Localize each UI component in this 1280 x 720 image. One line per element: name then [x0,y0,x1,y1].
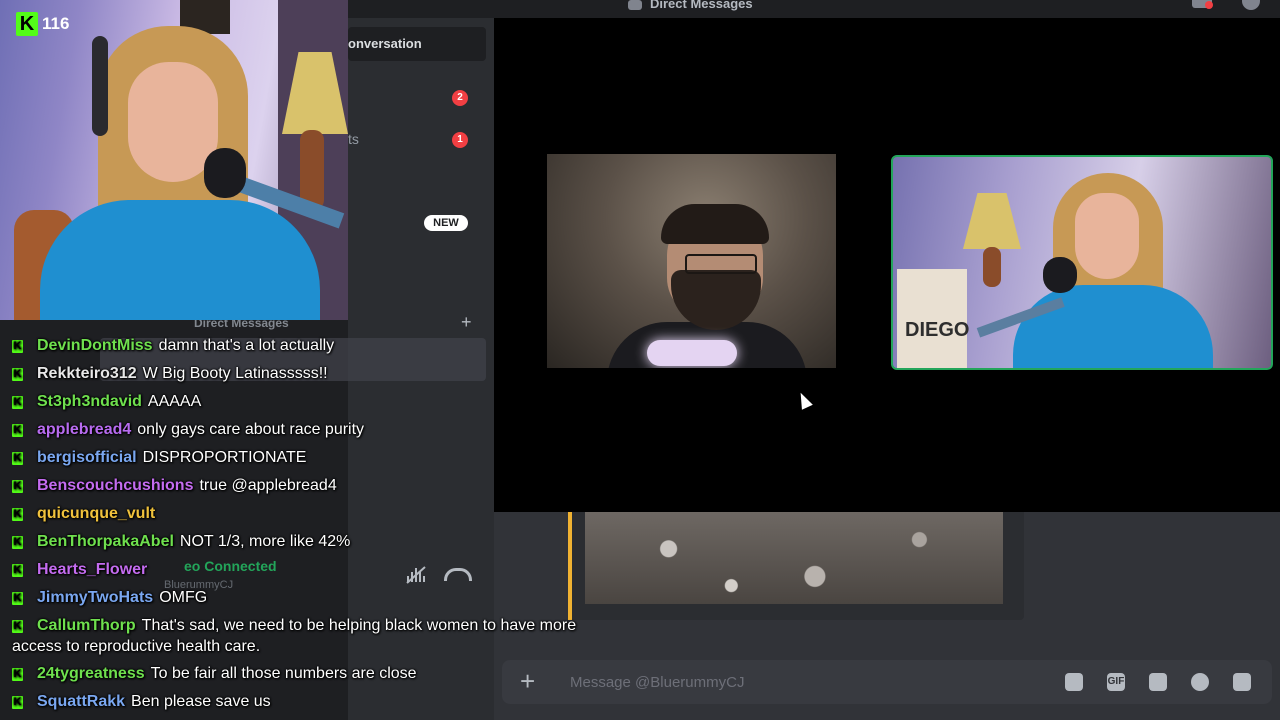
chat-username: CallumThorp [37,617,136,634]
streamer-webcam [0,0,348,320]
chat-text-continuation: access to reproductive health care. [12,638,261,655]
chat-text: OMFG [159,589,208,606]
kick-chat-icon: K [12,592,23,605]
apps-icon[interactable] [1233,673,1251,691]
kick-chat-icon: K [12,508,23,521]
chat-text: Ben please save us [131,693,271,710]
kick-chat-icon: K [12,696,23,709]
chat-message: Kquicunque_vult [12,504,161,524]
kick-chat-icon: K [12,424,23,437]
chat-username: BenThorpakaAbel [37,533,174,550]
chat-username: bergisofficial [37,449,137,466]
kick-chat-icon: K [12,536,23,549]
dm-list-item-selected[interactable] [100,338,486,381]
top-bar-title-text: Direct Messages [650,0,753,11]
sidebar-item-requests-label[interactable]: ts [348,131,359,147]
chat-message: K JimmyTwoHats OMFG [12,588,207,608]
kick-chat-icon: K [12,620,23,633]
kick-chat-icon: K [12,340,23,353]
chat-message: K St3ph3ndavid AAAAA [12,392,201,412]
chat-text: only gays care about race purity [137,421,365,438]
chat-message: Kbergisofficial DISPROPORTIONATE [12,448,306,468]
top-bar [348,0,1280,10]
chat-message: Kapplebread4 only gays care about race pu… [12,420,364,440]
kick-chat-icon: K [12,668,23,681]
embed-image[interactable] [585,512,1003,604]
chat-text: DISPROPORTIONATE [142,449,307,466]
attach-button[interactable]: + [520,666,535,696]
kick-chat-icon: K [12,368,23,381]
new-badge: NEW [424,215,468,231]
chat-username: quicunque_vult [37,505,156,522]
chat-text: true @applebread4 [199,477,337,494]
kick-chat-icon: K [12,480,23,493]
disconnect-icon[interactable] [444,568,472,581]
gif-button[interactable]: GIF [1107,673,1125,691]
chat-message: K Hearts_Flower [12,560,153,580]
message-input[interactable] [568,662,1052,702]
chat-message: K SquattRakk Ben please save us [12,692,271,712]
find-conversation-label: onversation [348,36,422,51]
kick-logo-icon: K [16,12,38,36]
kick-chat-icon: K [12,396,23,409]
chat-username: St3ph3ndavid [37,393,142,410]
chat-username: Benscouchcushions [37,477,194,494]
chat-text: NOT 1/3, more like 42% [179,533,351,550]
noise-suppression-icon[interactable] [406,566,426,584]
kick-chat-icon: K [12,452,23,465]
friends-badge: 2 [452,90,468,106]
chat-username: applebread4 [37,421,132,438]
create-dm-button[interactable]: + [461,312,472,333]
requests-badge: 1 [452,132,468,148]
voice-status-user: BluerummyCJ [164,579,234,591]
chat-text: AAAAA [147,393,202,410]
video-tile-speaking[interactable]: DIEGO [891,155,1273,370]
gift-icon[interactable] [1065,673,1083,691]
viewer-count: 116 [42,14,70,33]
emoji-icon[interactable] [1191,673,1209,691]
top-bar-title: Direct Messages [628,0,753,11]
chat-message: K BenThorpakaAbel NOT 1/3, more like 42% [12,532,350,552]
video-tile-participant[interactable] [547,154,836,368]
sticker-icon[interactable] [1149,673,1167,691]
chat-message: K Benscouchcushions true @applebread4 [12,476,337,496]
chat-username: 24tygreatness [37,665,145,682]
dm-icon [628,0,642,10]
kick-chat-icon: K [12,564,23,577]
chat-username: JimmyTwoHats [37,589,154,606]
chat-username: Hearts_Flower [37,561,148,578]
chat-username: SquattRakk [37,693,126,710]
inbox-unread-dot [1205,1,1213,9]
voice-status: eo Connected [184,558,277,574]
